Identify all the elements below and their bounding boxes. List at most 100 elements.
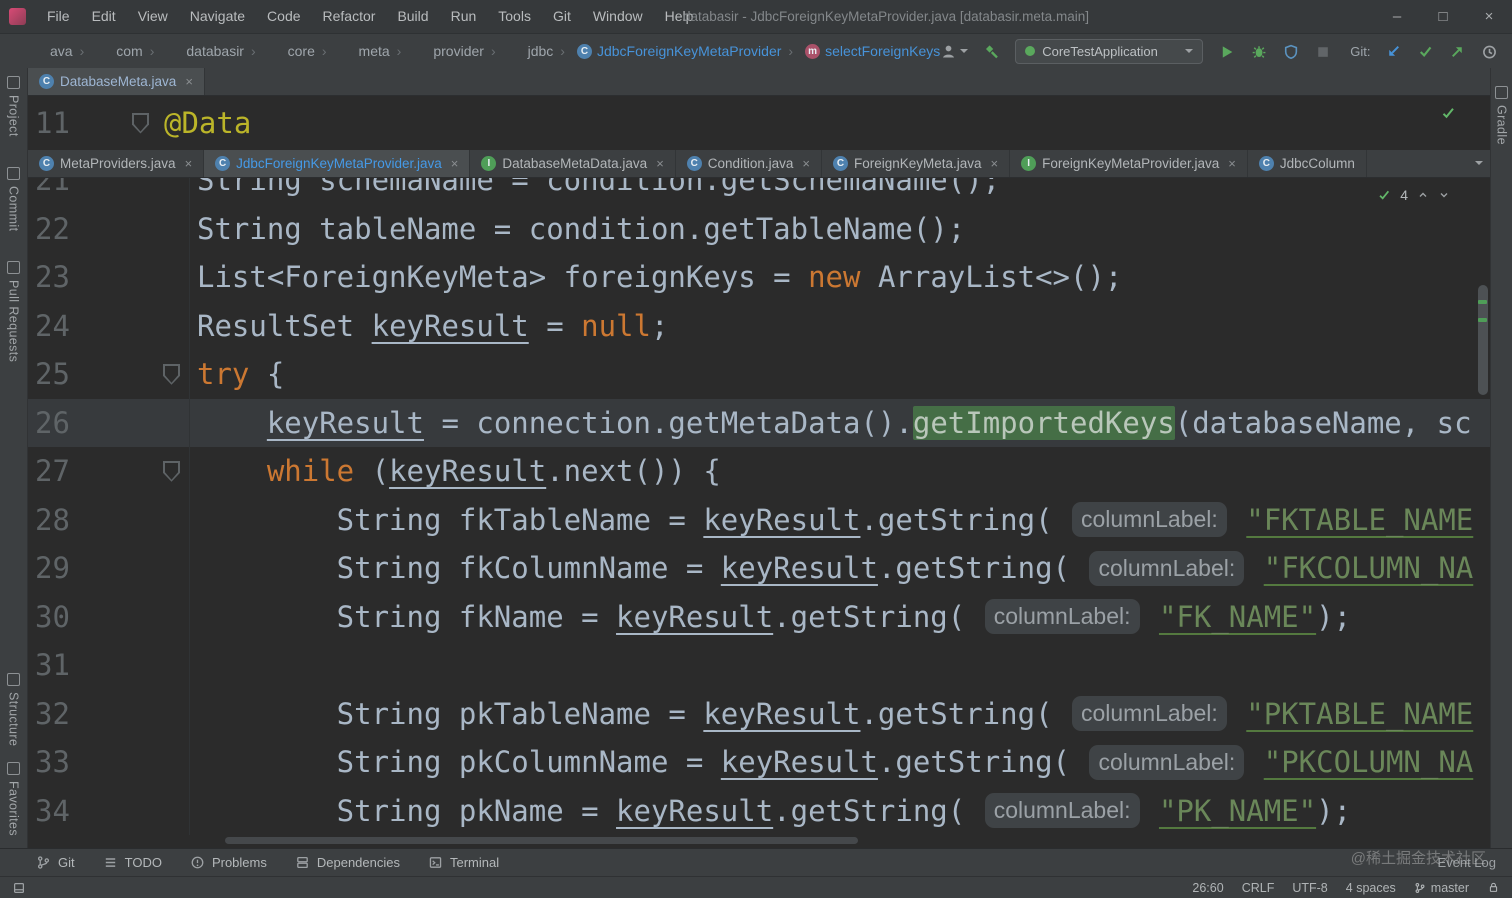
tool-window-button[interactable]: Commit bbox=[7, 167, 21, 231]
tool-window-button-todo[interactable]: TODO bbox=[103, 855, 162, 870]
menu-item[interactable]: Navigate bbox=[179, 0, 256, 33]
editor-tab[interactable]: DatabaseMeta.java × bbox=[28, 68, 205, 95]
code-line-31[interactable]: 31 bbox=[28, 641, 1490, 690]
tab-close-icon[interactable]: × bbox=[802, 156, 810, 171]
breadcrumb-item[interactable]: meta bbox=[315, 43, 390, 59]
code-line-25[interactable]: 25 try { bbox=[28, 350, 1490, 399]
menu-item[interactable]: Tools bbox=[487, 0, 542, 33]
editor-tab[interactable]: JdbcColumn × bbox=[1248, 150, 1367, 177]
fold-marker-icon[interactable] bbox=[163, 364, 180, 385]
code-editor[interactable]: 21 String schemaName = condition.getSchem… bbox=[28, 178, 1490, 848]
menu-item[interactable]: Refactor bbox=[312, 0, 387, 33]
hidden-tabs-chevron-icon[interactable] bbox=[1475, 161, 1483, 165]
breadcrumb-item[interactable]: ava bbox=[30, 43, 73, 59]
user-account-icon[interactable] bbox=[940, 43, 969, 60]
chevron-down-icon bbox=[960, 49, 969, 53]
file-encoding[interactable]: UTF-8 bbox=[1292, 881, 1327, 895]
error-stripe-mark[interactable] bbox=[1478, 318, 1487, 322]
tool-window-button[interactable]: Favorites bbox=[7, 762, 21, 836]
code-line-30[interactable]: 30 String fkName = keyResult .getString( … bbox=[28, 592, 1490, 641]
fold-marker-icon[interactable] bbox=[163, 461, 180, 482]
history-clock-icon[interactable] bbox=[1481, 43, 1498, 60]
next-problem-icon[interactable] bbox=[1438, 189, 1450, 201]
tool-window-button[interactable]: Pull Requests bbox=[7, 261, 21, 362]
tab-close-icon[interactable]: × bbox=[185, 74, 193, 89]
indent-setting[interactable]: 4 spaces bbox=[1346, 881, 1396, 895]
breadcrumb-item[interactable]: JdbcForeignKeyMetaProvider bbox=[553, 43, 781, 59]
code-line-22[interactable]: 22 String tableName = condition.getTableN… bbox=[28, 204, 1490, 253]
file-icon bbox=[215, 156, 231, 171]
editor-tab[interactable]: JdbcForeignKeyMetaProvider.java × bbox=[204, 150, 471, 177]
tool-window-button-problems[interactable]: Problems bbox=[190, 855, 267, 870]
stop-button[interactable] bbox=[1314, 43, 1331, 60]
menu-item[interactable]: Window bbox=[582, 0, 654, 33]
gutter: 24 bbox=[28, 301, 190, 350]
menu-item[interactable]: Git bbox=[542, 0, 582, 33]
tool-window-button-dependencies[interactable]: Dependencies bbox=[295, 855, 400, 870]
menu-item[interactable]: Edit bbox=[81, 0, 127, 33]
debug-button[interactable] bbox=[1250, 43, 1267, 60]
editor-tab[interactable]: ForeignKeyMeta.java × bbox=[822, 150, 1011, 177]
coverage-button[interactable] bbox=[1282, 43, 1299, 60]
tab-close-icon[interactable]: × bbox=[451, 156, 459, 171]
inspection-ok-icon[interactable] bbox=[1440, 105, 1456, 121]
build-hammer-icon[interactable] bbox=[983, 43, 1000, 60]
breadcrumb-item[interactable]: com bbox=[73, 43, 142, 59]
line-separator[interactable]: CRLF bbox=[1242, 881, 1275, 895]
breadcrumb-item[interactable]: databasir bbox=[143, 43, 244, 59]
tool-window-button-gradle[interactable]: Gradle bbox=[1495, 86, 1509, 145]
breadcrumb-item[interactable]: provider bbox=[390, 43, 484, 59]
menu-item[interactable]: View bbox=[127, 0, 179, 33]
run-button[interactable] bbox=[1218, 43, 1235, 60]
git-push-icon[interactable] bbox=[1449, 43, 1466, 60]
git-update-icon[interactable] bbox=[1385, 43, 1402, 60]
close-icon[interactable]: × bbox=[1466, 0, 1512, 33]
code-line-27[interactable]: 27 while (keyResult .next()) { bbox=[28, 447, 1490, 496]
editor-tab[interactable]: MetaProviders.java × bbox=[28, 150, 205, 177]
tool-window-button-git[interactable]: Git bbox=[36, 855, 75, 870]
toolwindow-toggle-icon[interactable] bbox=[12, 881, 26, 895]
menu-item[interactable]: File bbox=[36, 0, 81, 33]
caret-position[interactable]: 26:60 bbox=[1192, 881, 1223, 895]
editor-tab[interactable]: Condition.java × bbox=[676, 150, 822, 177]
tool-window-button[interactable]: Project bbox=[7, 76, 21, 137]
editor-tab[interactable]: DatabaseMetaData.java × bbox=[470, 150, 676, 177]
code-line-21[interactable]: 21 String schemaName = condition.getSchem… bbox=[28, 178, 1490, 205]
menu-item[interactable]: Run bbox=[440, 0, 488, 33]
run-configuration-select[interactable]: CoreTestApplication bbox=[1015, 38, 1204, 64]
prev-problem-icon[interactable] bbox=[1417, 189, 1429, 201]
code-line-26[interactable]: 26 keyResult = connection.getMetaData().… bbox=[28, 398, 1490, 447]
menu-item[interactable]: Build bbox=[386, 0, 439, 33]
git-commit-check-icon[interactable] bbox=[1417, 43, 1434, 60]
code-line-23[interactable]: 23 List<ForeignKeyMeta> foreignKeys = new… bbox=[28, 253, 1490, 302]
horizontal-scrollbar-thumb[interactable] bbox=[225, 837, 858, 844]
tool-window-button-terminal[interactable]: Terminal bbox=[428, 855, 499, 870]
title-bar: File Edit View Navigate Code Refactor Build Run… bbox=[0, 0, 1512, 33]
error-stripe-mark[interactable] bbox=[1478, 300, 1487, 304]
code-line-34[interactable]: 34 String pkName = keyResult .getString( … bbox=[28, 786, 1490, 835]
readonly-lock-icon[interactable] bbox=[1487, 881, 1500, 894]
breadcrumb-item[interactable]: jdbc bbox=[484, 43, 554, 59]
tab-close-icon[interactable]: × bbox=[656, 156, 664, 171]
breadcrumb-item[interactable]: core bbox=[244, 43, 315, 59]
breadcrumb-item[interactable]: selectForeignKeys bbox=[781, 43, 940, 59]
fold-marker-icon[interactable] bbox=[132, 113, 149, 134]
code-line-32[interactable]: 32 String pkTableName = keyResult .getStr… bbox=[28, 689, 1490, 738]
tool-window-button-event-log[interactable]: Event Log bbox=[1437, 855, 1496, 870]
minimize-icon[interactable]: – bbox=[1374, 0, 1420, 33]
maximize-icon[interactable]: □ bbox=[1420, 0, 1466, 33]
gutter: 29 bbox=[28, 544, 190, 593]
menu-item[interactable]: Code bbox=[256, 0, 311, 33]
top-editor[interactable]: 11 @Data bbox=[28, 96, 1490, 150]
tab-close-icon[interactable]: × bbox=[1228, 156, 1236, 171]
code-line-28[interactable]: 28 String fkTableName = keyResult .getStr… bbox=[28, 495, 1490, 544]
tab-close-icon[interactable]: × bbox=[991, 156, 999, 171]
tab-close-icon[interactable]: × bbox=[185, 156, 193, 171]
tool-window-button[interactable]: Structure bbox=[7, 673, 21, 746]
code-line-24[interactable]: 24 ResultSet keyResult = null; bbox=[28, 301, 1490, 350]
inspection-widget[interactable]: 4 bbox=[1377, 187, 1450, 203]
git-branch-widget[interactable]: master bbox=[1414, 881, 1469, 895]
code-line-29[interactable]: 29 String fkColumnName = keyResult .getSt… bbox=[28, 544, 1490, 593]
code-line-33[interactable]: 33 String pkColumnName = keyResult .getSt… bbox=[28, 738, 1490, 787]
editor-tab[interactable]: ForeignKeyMetaProvider.java × bbox=[1010, 150, 1248, 177]
